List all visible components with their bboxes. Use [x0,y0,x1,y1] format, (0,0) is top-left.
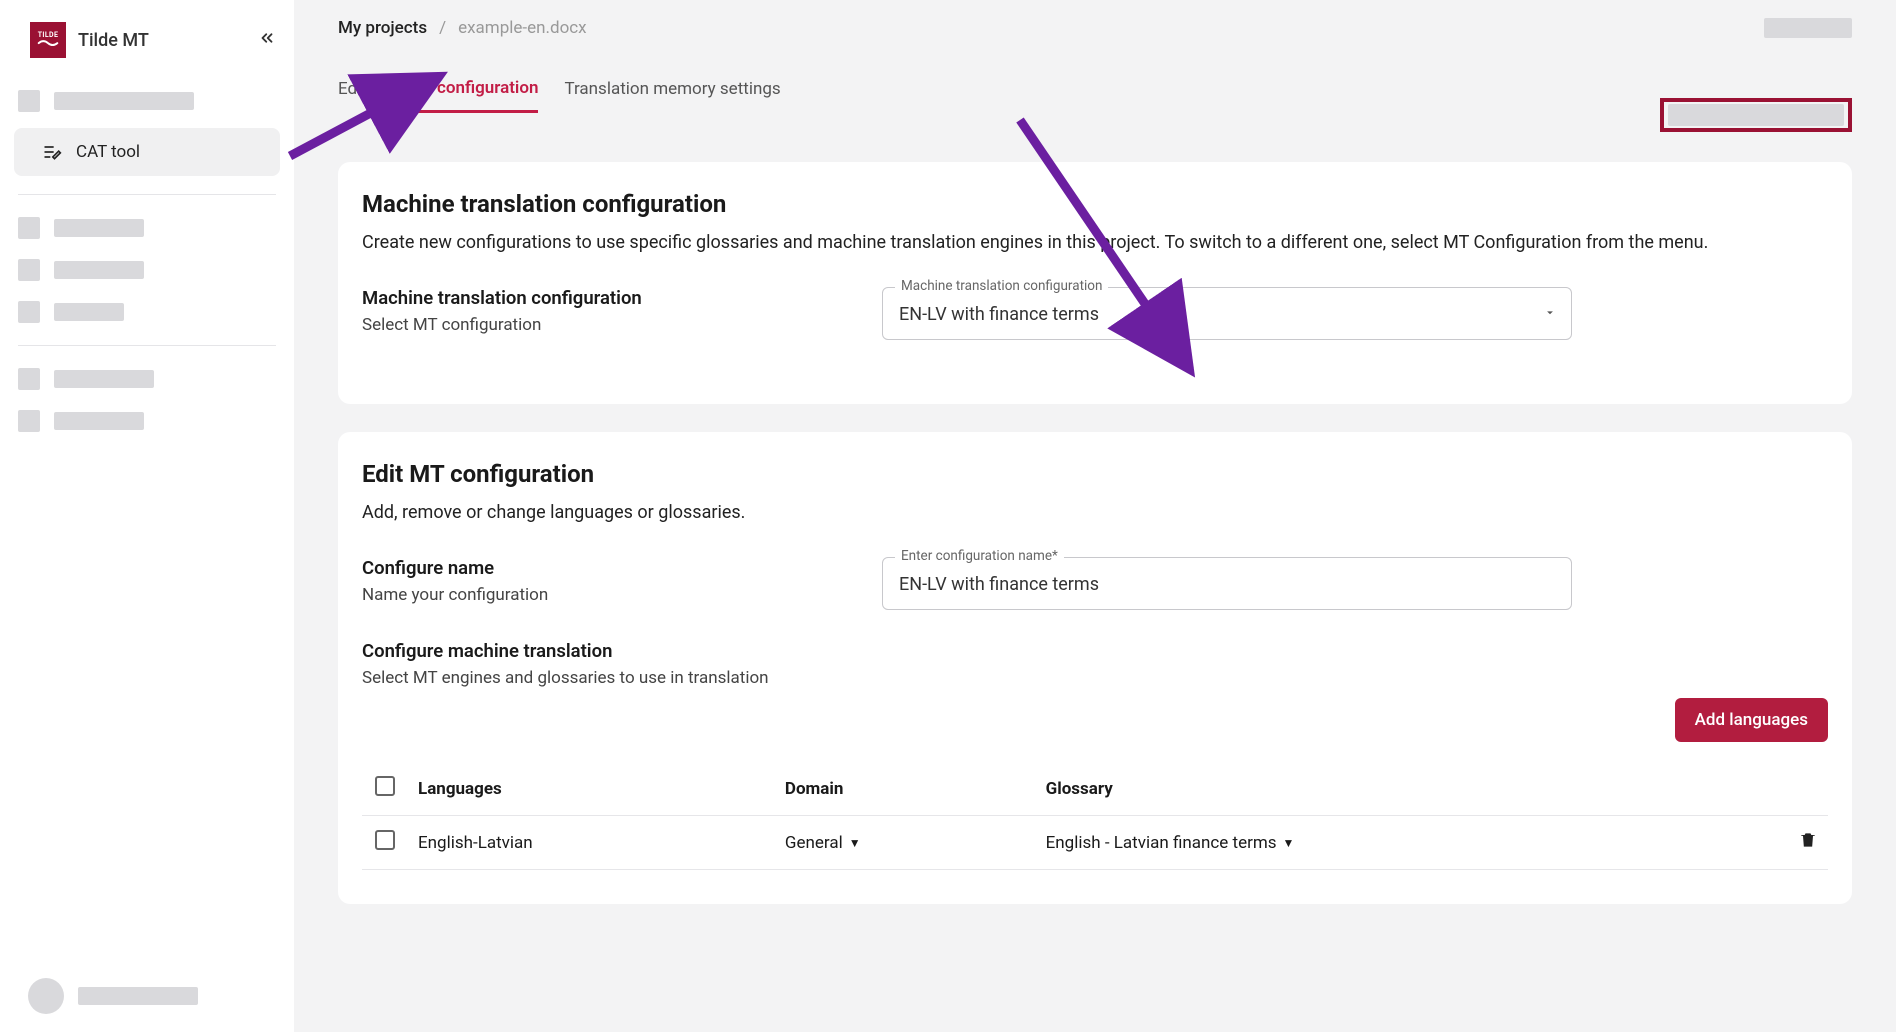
cell-languages: English-Latvian [408,816,775,870]
card-description: Create new configurations to use specifi… [362,232,1828,253]
row-checkbox[interactable] [375,830,395,850]
chevron-down-icon [1543,304,1557,323]
glossary-select[interactable]: English - Latvian finance terms ▼ [1046,833,1295,853]
select-floating-label: Machine translation configuration [895,278,1108,294]
sidebar-placeholder [0,400,294,442]
sidebar-item-label: CAT tool [76,142,140,162]
card-mt-config-select: Machine translation configuration Create… [338,162,1852,404]
input-floating-label: Enter configuration name* [895,548,1064,564]
highlighted-action-placeholder [1660,98,1852,132]
col-languages: Languages [408,762,775,816]
svg-text:TILDE: TILDE [38,31,59,39]
sidebar-placeholder [0,358,294,400]
sidebar-item-cat-tool[interactable]: CAT tool [14,128,280,176]
caret-down-icon: ▼ [1283,836,1295,850]
select-value: EN-LV with finance terms [899,304,1529,325]
domain-select[interactable]: General ▼ [785,833,861,853]
sidebar-placeholder [0,291,294,333]
breadcrumb: My projects / example-en.docx [294,0,1896,46]
collapse-sidebar-icon[interactable] [258,29,276,52]
sidebar-placeholder [0,207,294,249]
domain-value: General [785,833,843,853]
languages-table: Languages Domain Glossary English-Latvia… [362,762,1828,870]
card-title: Edit MT configuration [362,460,1828,488]
config-name-input[interactable] [899,574,1555,595]
delete-row-icon[interactable] [1798,835,1818,855]
username-placeholder [78,987,198,1005]
field-title: Machine translation configuration [362,287,842,309]
card-description: Add, remove or change languages or gloss… [362,502,1828,523]
tab-mt-configuration[interactable]: MT configuration [408,78,538,113]
tabs: Editor MT configuration Translation memo… [294,46,1896,132]
col-glossary: Glossary [1036,762,1768,816]
logo: TILDE [30,22,66,58]
tab-editor[interactable]: Editor [338,79,382,111]
glossary-value: English - Latvian finance terms [1046,833,1277,853]
config-name-input-wrapper: Enter configuration name* [882,557,1572,610]
sidebar-footer [0,960,294,1032]
sidebar-placeholder [0,80,294,122]
header-action-placeholder [1764,18,1852,38]
add-languages-button[interactable]: Add languages [1675,698,1828,742]
field-title: Configure machine translation [362,640,769,662]
table-row: English-Latvian General ▼ English - Latv… [362,816,1828,870]
edit-list-icon [42,142,62,162]
avatar-placeholder [28,978,64,1014]
main-content: My projects / example-en.docx Editor MT … [294,0,1896,1032]
select-all-checkbox[interactable] [375,776,395,796]
card-title: Machine translation configuration [362,190,1828,218]
sidebar-header: TILDE Tilde MT [0,0,294,80]
field-hint: Select MT configuration [362,315,842,335]
field-hint: Select MT engines and glossaries to use … [362,668,769,688]
sidebar: TILDE Tilde MT CAT tool [0,0,294,1032]
field-title: Configure name [362,557,842,579]
breadcrumb-separator: / [439,18,446,38]
tab-tm-settings[interactable]: Translation memory settings [564,79,780,111]
sidebar-placeholder [0,249,294,291]
mt-config-select[interactable]: Machine translation configuration EN-LV … [882,287,1572,340]
breadcrumb-current: example-en.docx [458,18,587,38]
col-domain: Domain [775,762,1036,816]
field-hint: Name your configuration [362,585,842,605]
breadcrumb-root[interactable]: My projects [338,18,427,38]
caret-down-icon: ▼ [849,836,861,850]
card-edit-mt-config: Edit MT configuration Add, remove or cha… [338,432,1852,904]
brand-name: Tilde MT [78,30,246,51]
